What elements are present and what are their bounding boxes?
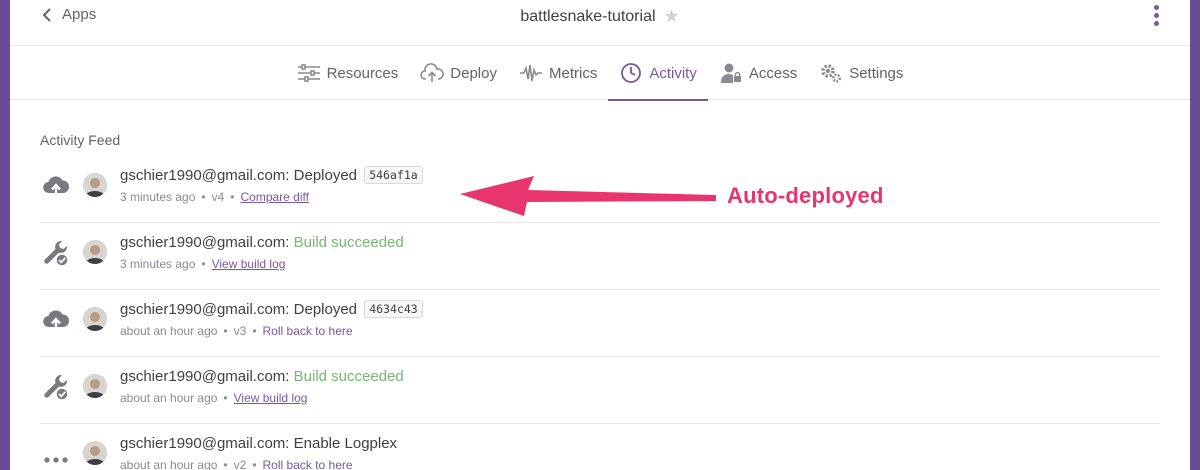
- activity-meta: about an hour ago • v3 • Roll back to here: [120, 324, 353, 338]
- user-email: gschier1990@gmail.com:: [120, 234, 290, 251]
- clock-icon: [621, 63, 642, 83]
- activity-item: gschier1990@gmail.com: Build succeeded a…: [40, 357, 1160, 424]
- gears-icon: [821, 64, 842, 83]
- action-text: Deployed: [293, 301, 358, 318]
- activity-item: gschier1990@gmail.com: Deployed 4634c43 …: [40, 290, 1160, 357]
- more-menu-icon[interactable]: [1152, 5, 1160, 29]
- tab-label: Settings: [849, 64, 904, 82]
- activity-item: gschier1990@gmail.com: Enable Logplex ab…: [40, 424, 1160, 470]
- roll-back-link[interactable]: Roll back to here: [263, 458, 353, 470]
- activity-meta: 3 minutes ago • View build log: [120, 257, 286, 271]
- user-email: gschier1990@gmail.com:: [120, 301, 290, 318]
- activity-headline: gschier1990@gmail.com: Build succeeded: [120, 368, 404, 385]
- tab-label: Access: [748, 64, 798, 82]
- timestamp: 3 minutes ago: [120, 257, 196, 271]
- commit-sha: 4634c43: [364, 300, 423, 318]
- tab-settings[interactable]: Settings: [808, 46, 914, 100]
- star-icon[interactable]: ★: [664, 6, 680, 26]
- cloud-upload-icon: [40, 304, 72, 336]
- build-status: Build succeeded: [293, 234, 404, 251]
- avatar: [83, 307, 107, 331]
- avatar: [83, 441, 107, 465]
- app-name: battlesnake-tutorial: [520, 8, 656, 25]
- cloud-upload-icon: [40, 170, 72, 202]
- pulse-icon: [519, 64, 542, 82]
- activity-headline: gschier1990@gmail.com: Enable Logplex: [120, 435, 397, 452]
- compare-diff-link[interactable]: Compare diff: [240, 190, 308, 204]
- tab-label: Deploy: [450, 64, 497, 82]
- app-tabs: Resources Deploy Metrics Activity Access…: [10, 46, 1190, 101]
- activity-item: gschier1990@gmail.com: Build succeeded 3…: [40, 223, 1160, 290]
- activity-meta: 3 minutes ago • v4 • Compare diff: [120, 190, 309, 204]
- tab-metrics[interactable]: Metrics: [508, 46, 608, 100]
- tab-deploy[interactable]: Deploy: [409, 46, 508, 100]
- annotation-label: Auto-deployed: [727, 183, 884, 208]
- tab-label: Activity: [649, 64, 697, 82]
- app-title: battlesnake-tutorial ★: [10, 6, 1190, 27]
- sliders-icon: [297, 64, 320, 82]
- activity-meta: about an hour ago • View build log: [120, 391, 308, 405]
- ellipsis-icon: [40, 438, 72, 470]
- timestamp: about an hour ago: [120, 458, 218, 470]
- view-build-log-link[interactable]: View build log: [234, 391, 308, 405]
- tab-activity[interactable]: Activity: [608, 46, 708, 101]
- user-email: gschier1990@gmail.com:: [120, 167, 290, 184]
- tab-label: Resources: [326, 64, 399, 82]
- timestamp: about an hour ago: [120, 324, 218, 338]
- release-version: v4: [211, 190, 225, 204]
- release-version: v2: [233, 458, 247, 470]
- top-bar: Apps battlesnake-tutorial ★: [10, 0, 1190, 46]
- avatar: [83, 240, 107, 264]
- timestamp: about an hour ago: [120, 391, 218, 405]
- roll-back-link[interactable]: Roll back to here: [263, 324, 353, 338]
- annotation-arrow: [460, 176, 716, 216]
- tab-resources[interactable]: Resources: [286, 46, 410, 100]
- action-text: Deployed: [293, 167, 358, 184]
- wrench-check-icon: [40, 237, 72, 269]
- build-status: Build succeeded: [293, 368, 404, 385]
- view-build-log-link[interactable]: View build log: [212, 257, 286, 271]
- avatar: [83, 173, 107, 197]
- cloud-upload-icon: [420, 63, 445, 82]
- user-lock-icon: [720, 63, 741, 83]
- activity-headline: gschier1990@gmail.com: Deployed 546af1a: [120, 166, 423, 184]
- activity-feed-title: Activity Feed: [40, 132, 121, 148]
- avatar: [83, 374, 107, 398]
- release-version: v3: [233, 324, 247, 338]
- user-email: gschier1990@gmail.com:: [120, 435, 290, 452]
- tab-label: Metrics: [548, 64, 598, 82]
- activity-headline: gschier1990@gmail.com: Build succeeded: [120, 234, 404, 251]
- commit-sha: 546af1a: [364, 166, 423, 184]
- tab-access[interactable]: Access: [708, 46, 808, 100]
- wrench-check-icon: [40, 371, 72, 403]
- activity-meta: about an hour ago • v2 • Roll back to here: [120, 458, 353, 470]
- activity-headline: gschier1990@gmail.com: Deployed 4634c43: [120, 300, 423, 318]
- app-window: Apps battlesnake-tutorial ★ Resources Dep…: [10, 0, 1190, 470]
- timestamp: 3 minutes ago: [120, 190, 196, 204]
- user-email: gschier1990@gmail.com:: [120, 368, 290, 385]
- action-text: Enable Logplex: [293, 435, 398, 452]
